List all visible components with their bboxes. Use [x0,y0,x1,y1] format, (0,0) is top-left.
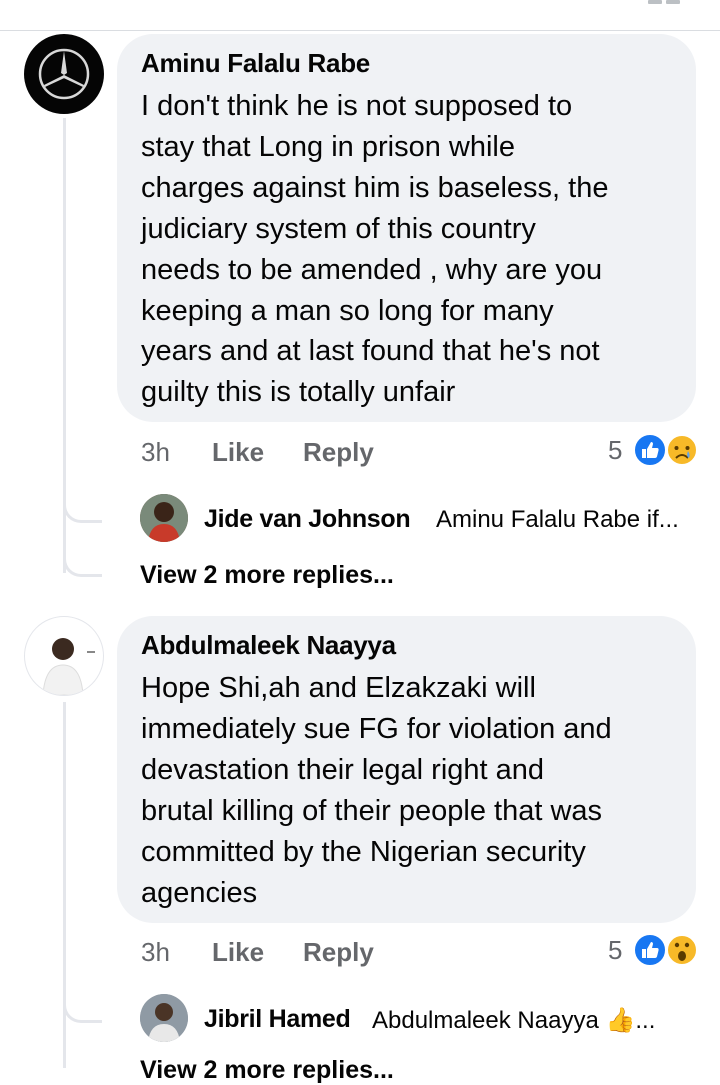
menu-icon[interactable] [646,0,682,6]
avatar[interactable] [24,616,104,696]
comment-text: Hope Shi,ah and Elzakzaki will immediate… [141,672,612,909]
reply-author[interactable]: Jibril Hamed [204,1005,351,1034]
reaction-count[interactable]: 5 [608,935,622,966]
mercedes-logo-icon [38,48,90,100]
top-divider [0,30,720,31]
thread-connector [63,492,102,523]
comment-author[interactable]: Abdulmaleek Naayya [141,630,396,661]
thread-connector [63,546,102,577]
avatar[interactable] [140,494,188,542]
reactions[interactable] [632,932,698,968]
reply-author[interactable]: Jide van Johnson [204,505,411,534]
thumbs-up-emoji-icon: 👍 [605,1007,636,1034]
comment-text: I don't think he is not supposed to stay… [141,90,609,409]
reactions[interactable] [632,432,698,468]
reaction-count[interactable]: 5 [608,435,622,466]
like-button[interactable]: Like [212,937,264,968]
reply-button[interactable]: Reply [303,937,374,968]
comment-bubble[interactable]: Abdulmaleek Naayya Hope Shi,ah and Elzak… [117,616,696,923]
reply-ellipsis: ... [635,1007,656,1034]
view-more-replies[interactable]: View 2 more replies... [140,1056,394,1085]
reply-text[interactable]: Abdulmaleek Naayya 👍... [372,1006,655,1035]
comment-bubble[interactable]: Aminu Falalu Rabe I don't think he is no… [117,34,696,422]
view-more-replies[interactable]: View 2 more replies... [140,561,394,590]
reply-button[interactable]: Reply [303,437,374,468]
like-button[interactable]: Like [212,437,264,468]
reply-text[interactable]: Aminu Falalu Rabe if... [436,506,679,534]
person-photo-icon [140,994,188,1042]
reply-text-content: Abdulmaleek Naayya [372,1007,599,1034]
thread-connector [63,992,102,1023]
comment-time[interactable]: 3h [141,437,170,468]
avatar[interactable] [24,34,104,114]
person-photo-icon [140,494,188,542]
comment-time[interactable]: 3h [141,937,170,968]
avatar[interactable] [140,994,188,1042]
comment-author[interactable]: Aminu Falalu Rabe [141,48,370,79]
person-photo-icon [42,638,95,695]
